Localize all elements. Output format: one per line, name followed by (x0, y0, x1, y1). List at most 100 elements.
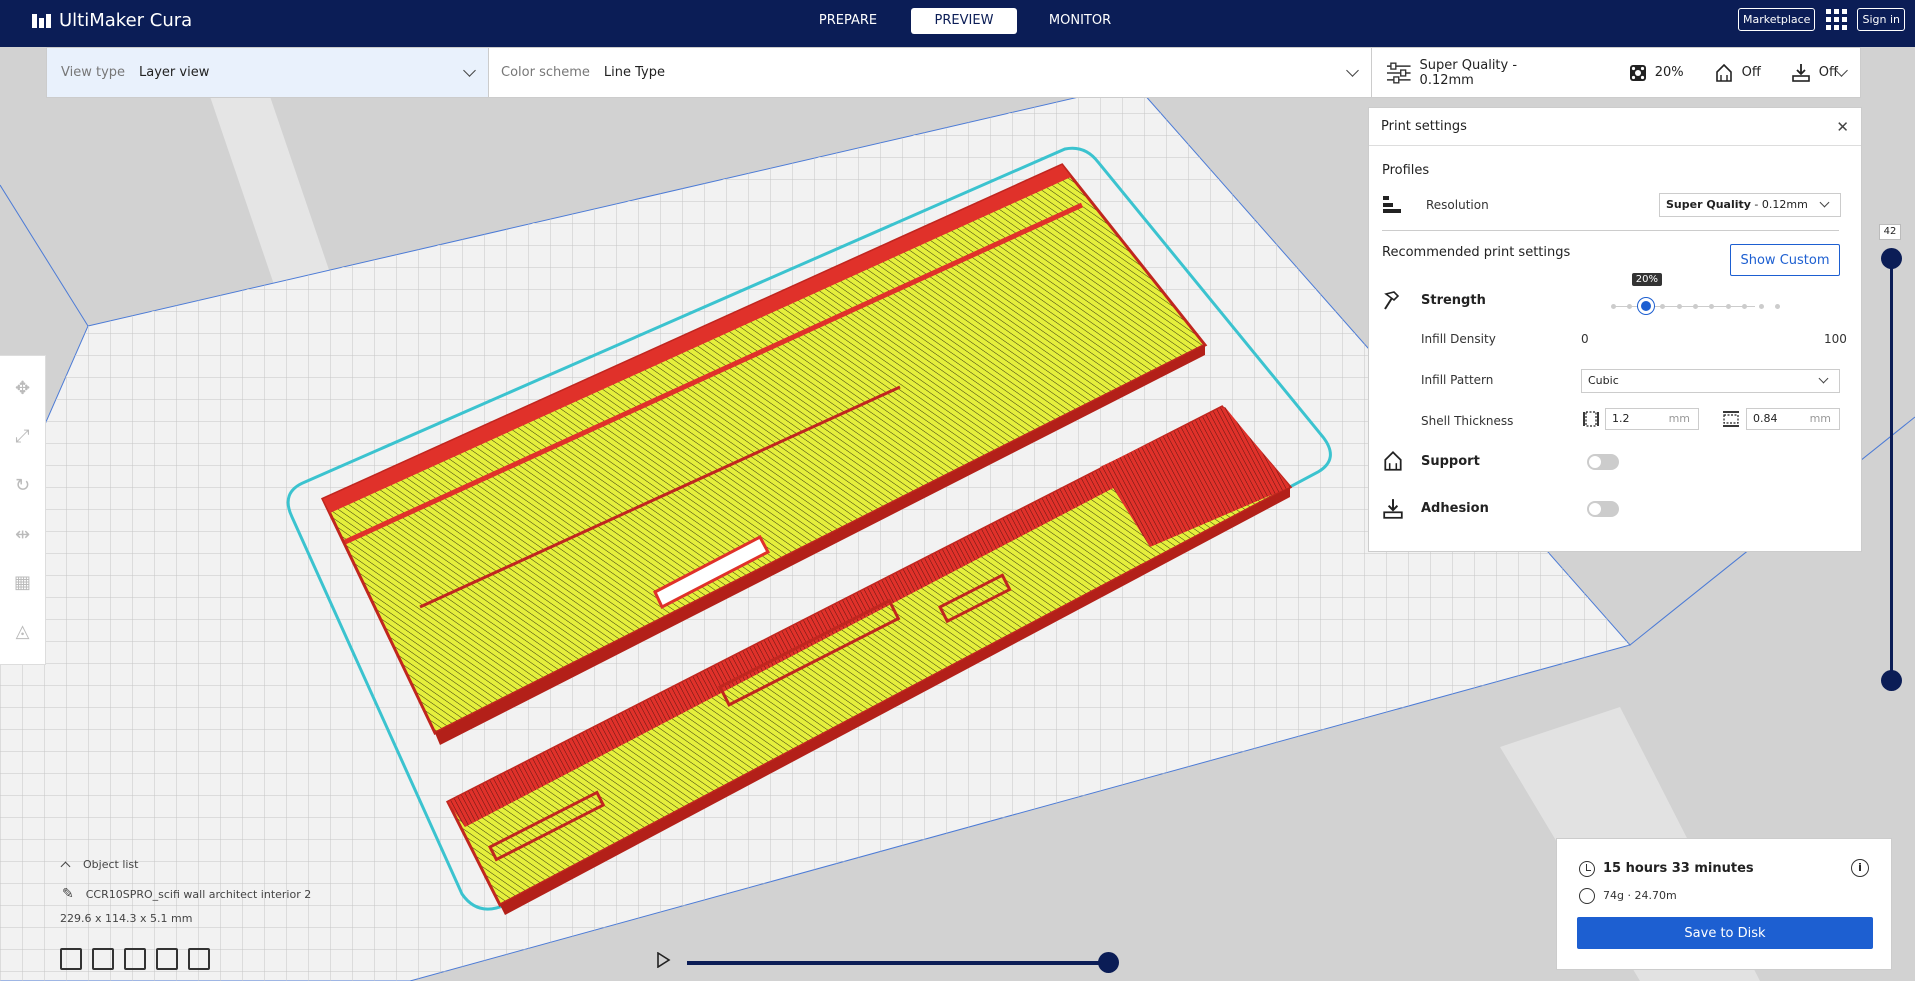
path-slider-track[interactable] (687, 961, 1109, 965)
print-settings-summary[interactable]: Super Quality - 0.12mm 20% Off Off (1372, 48, 1860, 97)
3d-view-icon[interactable] (60, 948, 82, 970)
mirror-tool-icon[interactable]: ⇹ (11, 522, 35, 546)
spool-icon (1579, 888, 1595, 904)
resolution-layer-height: - 0.12mm (1750, 198, 1808, 211)
app-logo: UltiMaker Cura (32, 10, 192, 31)
support-toggle[interactable] (1587, 454, 1619, 470)
panel-header: Print settings ✕ (1369, 108, 1861, 146)
resolution-label: Resolution (1426, 198, 1489, 212)
infill-pattern-dropdown[interactable]: Cubic (1581, 369, 1840, 393)
slider-step-dot (1709, 304, 1715, 309)
tab-monitor[interactable]: MONITOR (1027, 8, 1133, 34)
color-scheme-label: Color scheme (501, 65, 590, 80)
material-usage: 74g · 24.70m (1603, 889, 1677, 902)
clock-icon (1579, 861, 1595, 877)
top-bottom-thickness-value: 0.84 (1753, 412, 1778, 425)
save-to-disk-button[interactable]: Save to Disk (1577, 917, 1873, 949)
infill-summary: 20% (1629, 64, 1684, 82)
wall-thickness-icon (1583, 411, 1599, 427)
infill-pattern-value: Cubic (1588, 374, 1619, 387)
close-icon[interactable]: ✕ (1836, 118, 1849, 136)
resolution-icon (1383, 196, 1401, 213)
app-title: UltiMaker Cura (59, 10, 193, 31)
top-view-icon[interactable] (124, 948, 146, 970)
wall-thickness-value: 1.2 (1612, 412, 1630, 425)
recommended-heading: Recommended print settings (1382, 245, 1571, 260)
profiles-heading: Profiles (1382, 163, 1430, 178)
slider-step-dot (1725, 304, 1731, 309)
adhesion-icon (1791, 63, 1810, 82)
layer-slider-top-handle[interactable] (1881, 248, 1902, 269)
support-icon (1715, 63, 1732, 82)
job-specs-panel: 15 hours 33 minutes i 74g · 24.70m Save … (1556, 838, 1892, 970)
infill-density-slider[interactable]: 20% (1599, 273, 1789, 326)
adhesion-heading: Adhesion (1421, 501, 1489, 516)
top-bottom-thickness-unit: mm (1809, 412, 1831, 425)
adhesion-toggle[interactable] (1587, 501, 1619, 517)
front-view-icon[interactable] (92, 948, 114, 970)
color-scheme-dropdown[interactable]: Color scheme Line Type (489, 48, 1372, 97)
wall-thickness-unit: mm (1668, 412, 1690, 425)
marketplace-button[interactable]: Marketplace (1738, 8, 1816, 31)
strength-heading: Strength (1421, 293, 1486, 308)
view-type-dropdown[interactable]: View type Layer view (47, 48, 489, 97)
rotate-tool-icon[interactable]: ↻ (11, 474, 35, 498)
ultimaker-logo-icon (32, 13, 51, 28)
sliders-icon (1386, 61, 1411, 84)
top-right-actions: Marketplace Sign in (1738, 8, 1905, 31)
adhesion-summary: Off (1791, 63, 1838, 83)
chevron-down-icon (1819, 197, 1830, 208)
slider-step-dot (1660, 304, 1666, 309)
infill-value: 20% (1654, 65, 1684, 80)
slider-step-dot (1676, 304, 1682, 309)
tab-preview[interactable]: PREVIEW (911, 8, 1017, 34)
infill-slider-handle[interactable] (1637, 298, 1654, 314)
sign-in-button[interactable]: Sign in (1857, 8, 1905, 31)
infill-density-label: Infill Density (1421, 332, 1496, 346)
view-type-label: View type (61, 65, 126, 80)
layer-slider-track[interactable] (1890, 258, 1893, 683)
object-name: CCR10SPRO_scifi wall architect interior … (85, 887, 312, 901)
object-list-toggle[interactable]: Object list (60, 858, 311, 872)
top-bottom-thickness-input[interactable]: 0.84 mm (1746, 408, 1840, 430)
slider-step-dot (1693, 304, 1698, 309)
divider (1382, 230, 1839, 231)
per-model-settings-icon[interactable]: ▦ (11, 571, 35, 595)
adhesion-icon (1383, 499, 1403, 519)
layer-number-input[interactable]: 42 (1879, 224, 1901, 240)
camera-view-buttons (60, 948, 210, 970)
right-view-icon[interactable] (188, 948, 210, 970)
resolution-dropdown[interactable]: Super Quality - 0.12mm (1659, 193, 1841, 217)
slider-step-dot (1775, 304, 1780, 309)
object-list-label: Object list (83, 858, 139, 871)
top-bar: UltiMaker Cura PREPARE PREVIEW MONITOR M… (0, 0, 1915, 47)
object-dimensions: 229.6 x 114.3 x 5.1 mm (60, 912, 193, 925)
top-bottom-thickness-icon (1723, 411, 1739, 427)
print-settings-panel: Print settings ✕ Profiles Resolution Sup… (1368, 107, 1862, 552)
profile-name: Super Quality - 0.12mm (1419, 57, 1518, 88)
tab-prepare[interactable]: PREPARE (795, 8, 901, 34)
support-summary: Off (1714, 63, 1761, 83)
path-slider-handle[interactable] (1098, 952, 1119, 973)
strength-hammer-icon (1384, 291, 1400, 310)
scale-tool-icon[interactable]: ⤢ (11, 425, 35, 449)
show-custom-button[interactable]: Show Custom (1730, 244, 1840, 276)
wall-thickness-input[interactable]: 1.2 mm (1605, 408, 1699, 430)
view-type-value: Layer view (139, 65, 210, 80)
support-value: Off (1741, 65, 1761, 80)
view-toolbar: View type Layer view Color scheme Line T… (46, 47, 1861, 98)
left-toolbar: ✥ ⤢ ↻ ⇹ ▦ ◬ (0, 355, 46, 665)
apps-grid-icon[interactable] (1825, 9, 1847, 31)
panel-title: Print settings (1381, 119, 1467, 134)
chevron-down-icon (1346, 64, 1359, 77)
support-blocker-icon[interactable]: ◬ (11, 620, 35, 644)
slider-step-dot (1611, 304, 1616, 309)
layer-slider-bottom-handle[interactable] (1881, 670, 1902, 691)
info-icon[interactable]: i (1851, 859, 1869, 877)
pencil-icon[interactable]: ✎ (62, 886, 74, 902)
support-icon (1384, 450, 1402, 471)
move-tool-icon[interactable]: ✥ (11, 376, 35, 400)
left-view-icon[interactable] (156, 948, 178, 970)
chevron-down-icon (463, 64, 476, 77)
play-icon[interactable] (655, 952, 671, 968)
